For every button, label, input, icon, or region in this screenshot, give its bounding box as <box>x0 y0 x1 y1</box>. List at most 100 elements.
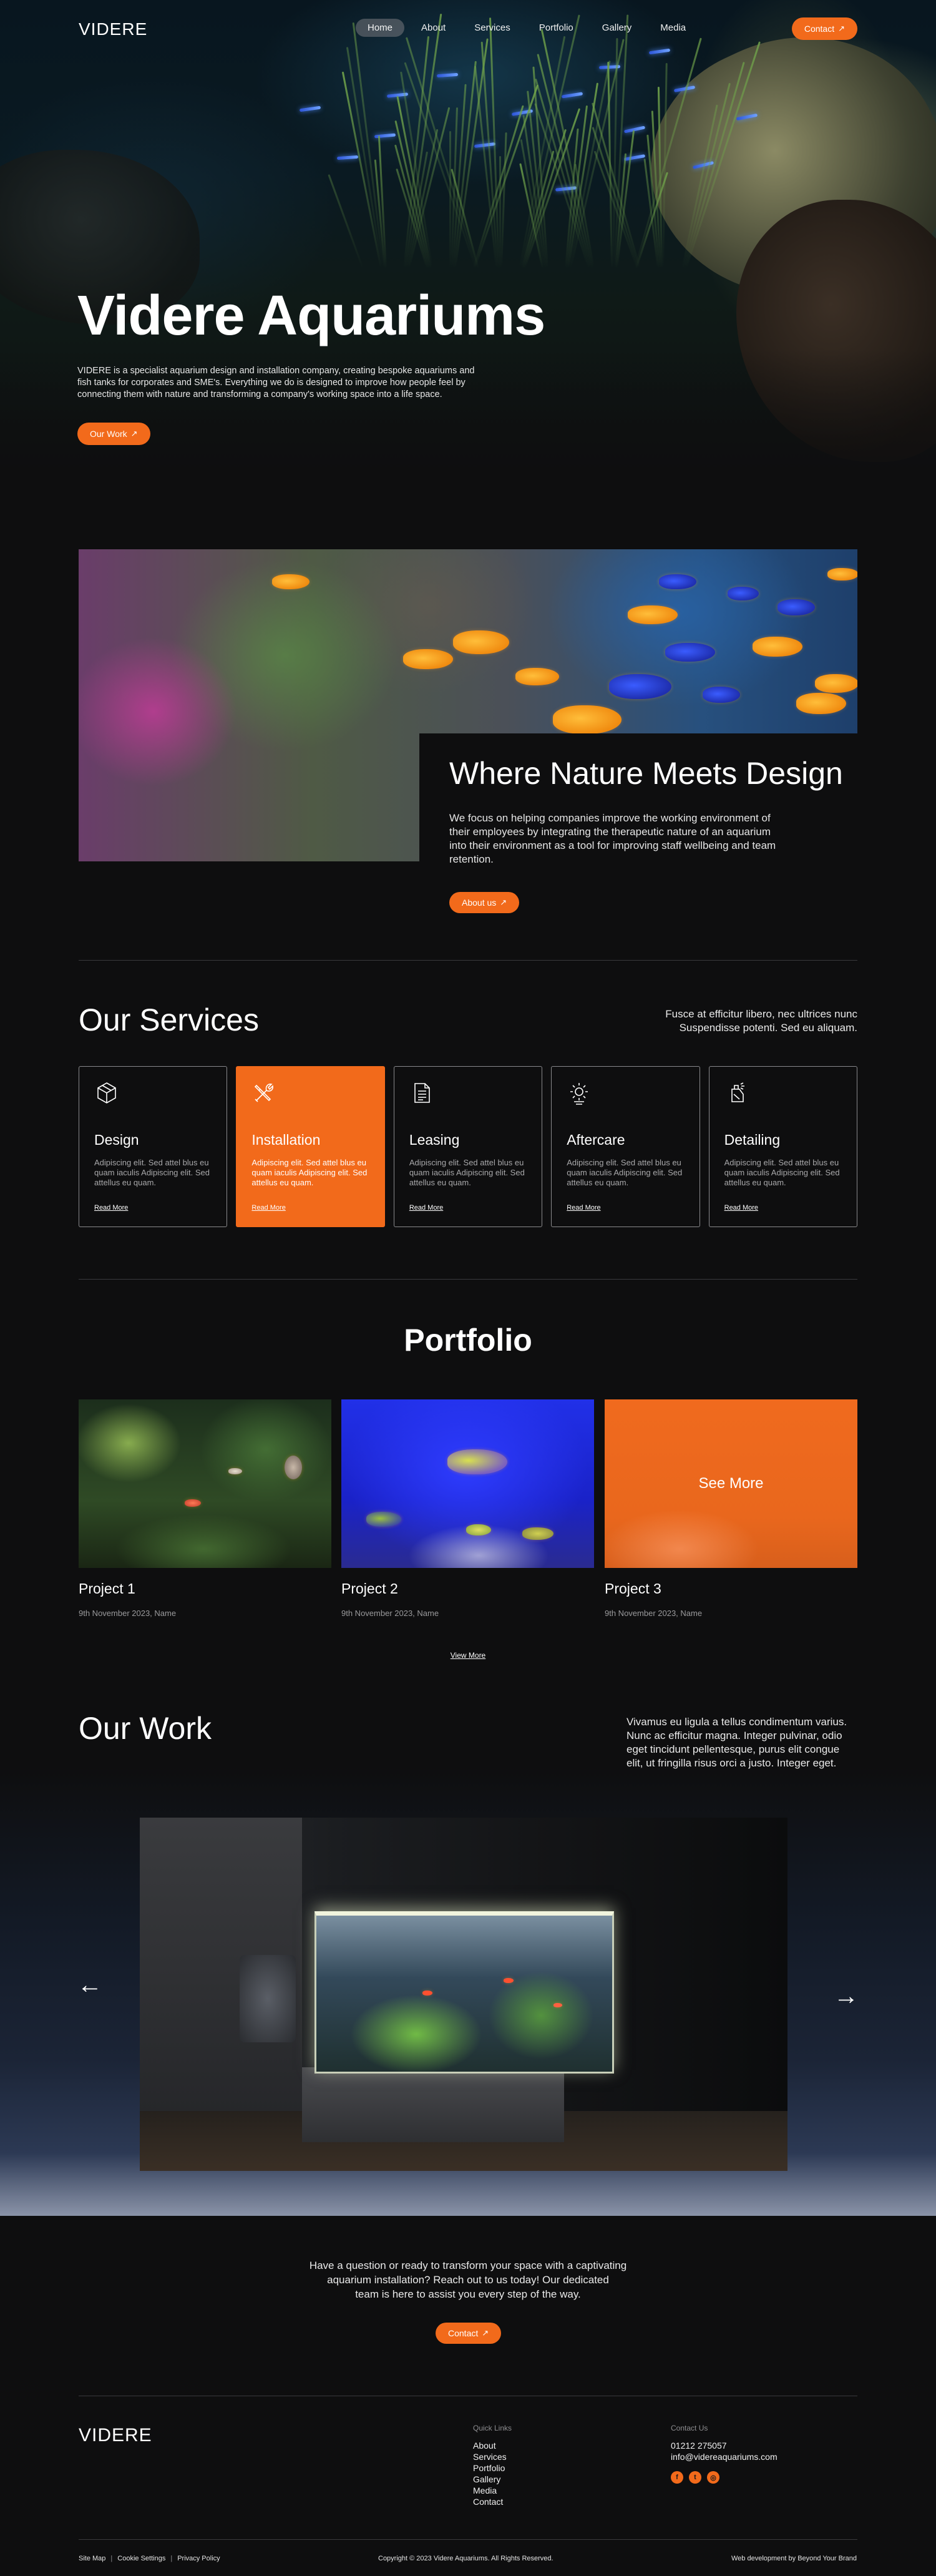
read-more-link[interactable]: Read More <box>251 1204 285 1212</box>
service-card-title: Leasing <box>409 1132 460 1148</box>
fish-shape <box>453 630 509 654</box>
footer-email[interactable]: info@videreaquariums.com <box>671 2451 778 2462</box>
nav-item-services[interactable]: Services <box>462 19 522 37</box>
fish-shape <box>366 1512 401 1527</box>
arrow-up-right-icon: ↗ <box>130 429 138 438</box>
room-painting <box>240 1955 296 2042</box>
view-more-link[interactable]: View More <box>0 1651 936 1660</box>
cta-contact-button[interactable]: Contact ↗ <box>436 2323 502 2344</box>
fish-shape <box>553 2003 562 2007</box>
nature-title: Where Nature Meets Design <box>449 756 843 791</box>
project-card-1[interactable]: Project 1 9th November 2023, Name <box>79 1399 331 1618</box>
project-2-image <box>341 1399 594 1568</box>
fish-shape <box>659 574 696 589</box>
project-name: Project 1 <box>79 1580 135 1597</box>
spray-icon <box>731 1082 744 1102</box>
footer-link-media[interactable]: Media <box>473 2485 512 2496</box>
cookie-settings-link[interactable]: Cookie Settings <box>117 2555 165 2562</box>
nav-item-home[interactable]: Home <box>356 19 405 37</box>
service-cards: Design Adipiscing elit. Sed attel blus e… <box>79 1066 858 1227</box>
instagram-icon[interactable]: ◎ <box>707 2471 719 2484</box>
project-3-image: See More <box>605 1399 857 1568</box>
separator: | <box>110 2555 113 2562</box>
service-card-leasing[interactable]: Leasing Adipiscing elit. Sed attel blus … <box>393 1066 543 1227</box>
fish-shape <box>228 1468 242 1474</box>
aquarium-cabinet <box>302 2067 564 2142</box>
project-name: Project 3 <box>605 1580 661 1597</box>
service-card-title: Aftercare <box>567 1132 625 1148</box>
site-logo[interactable]: VIDERE <box>79 19 147 39</box>
read-more-link[interactable]: Read More <box>94 1204 128 1212</box>
footer-credit[interactable]: Web development by Beyond Your Brand <box>731 2555 857 2562</box>
service-card-title: Installation <box>251 1132 321 1148</box>
service-card-aftercare[interactable]: Aftercare Adipiscing elit. Sed attel blu… <box>551 1066 700 1227</box>
page: VIDERE Home About Services Portfolio Gal… <box>0 0 936 2576</box>
footer-link-services[interactable]: Services <box>473 2451 512 2462</box>
hero-section: VIDERE Home About Services Portfolio Gal… <box>0 0 936 499</box>
nav-contact-label: Contact <box>804 24 835 34</box>
nav-item-portfolio[interactable]: Portfolio <box>527 19 585 37</box>
gear-icon <box>570 1083 588 1105</box>
project-card-2[interactable]: Project 2 9th November 2023, Name <box>341 1399 594 1618</box>
nav-item-media[interactable]: Media <box>648 19 698 37</box>
service-card-text: Adipiscing elit. Sed attel blus eu quam … <box>251 1158 368 1187</box>
read-more-link[interactable]: Read More <box>409 1204 443 1212</box>
nature-text-box: Where Nature Meets Design We focus on he… <box>419 733 857 913</box>
service-card-title: Design <box>94 1132 139 1148</box>
twitter-icon[interactable]: t <box>689 2471 701 2484</box>
about-us-button[interactable]: About us ↗ <box>449 892 520 913</box>
cta-line: aquarium installation? Reach out to us t… <box>327 2274 609 2286</box>
our-work-title: Our Work <box>79 1711 212 1746</box>
hero-title: Videre Aquariums <box>77 285 545 347</box>
footer-logo[interactable]: VIDERE <box>79 2425 152 2446</box>
service-card-detailing[interactable]: Detailing Adipiscing elit. Sed attel blu… <box>708 1066 858 1227</box>
read-more-link[interactable]: Read More <box>567 1204 600 1212</box>
footer-link-portfolio[interactable]: Portfolio <box>473 2462 512 2474</box>
fish-shape <box>403 649 453 669</box>
footer-link-gallery[interactable]: Gallery <box>473 2474 512 2485</box>
social-links: f t ◎ <box>671 2471 778 2484</box>
arrow-left-icon[interactable]: ← <box>77 1972 102 1997</box>
nav-contact-button[interactable]: Contact ↗ <box>791 17 857 40</box>
footer-link-about[interactable]: About <box>473 2440 512 2451</box>
service-card-text: Adipiscing elit. Sed attel blus eu quam … <box>724 1158 840 1187</box>
project-name: Project 2 <box>341 1580 398 1597</box>
fish-shape <box>422 1991 432 1996</box>
arrow-up-right-icon: ↗ <box>838 24 845 33</box>
project-date: 9th November 2023, Name <box>605 1609 703 1618</box>
read-more-link[interactable]: Read More <box>724 1204 758 1212</box>
about-us-label: About us <box>462 898 497 908</box>
project-card-3[interactable]: See More Project 3 9th November 2023, Na… <box>605 1399 857 1618</box>
grass-blade <box>449 131 451 268</box>
project-1-image <box>79 1399 331 1568</box>
arrow-right-icon[interactable]: → <box>834 1984 859 2009</box>
fish-shape <box>728 587 759 600</box>
service-card-installation[interactable]: Installation Adipiscing elit. Sed attel … <box>236 1066 385 1227</box>
document-icon <box>414 1083 430 1103</box>
footer-phone[interactable]: 01212 275057 <box>671 2440 778 2451</box>
cta-text: Have a question or ready to transform yo… <box>0 2258 936 2301</box>
fish-shape <box>447 1449 507 1474</box>
nav-item-about[interactable]: About <box>409 19 457 37</box>
service-card-text: Adipiscing elit. Sed attel blus eu quam … <box>409 1158 525 1187</box>
fish-shape <box>185 1499 201 1507</box>
see-more-overlay[interactable]: See More <box>605 1399 857 1568</box>
grass-blade <box>328 174 364 269</box>
nav-item-gallery[interactable]: Gallery <box>590 19 644 37</box>
section-divider <box>79 960 857 961</box>
footer-link-contact[interactable]: Contact <box>473 2496 512 2507</box>
fish-shape <box>522 1527 553 1540</box>
privacy-policy-link[interactable]: Privacy Policy <box>177 2555 220 2562</box>
grass-blade <box>500 132 507 269</box>
fish-shape <box>665 643 715 662</box>
our-work-description: Vivamus eu ligula a tellus condimentum v… <box>626 1716 847 1769</box>
service-card-text: Adipiscing elit. Sed attel blus eu quam … <box>94 1158 210 1187</box>
site-map-link[interactable]: Site Map <box>79 2555 105 2562</box>
service-card-design[interactable]: Design Adipiscing elit. Sed attel blus e… <box>79 1066 228 1227</box>
cube-icon <box>97 1082 116 1104</box>
neon-fish-shape <box>299 105 321 112</box>
portfolio-title: Portfolio <box>404 1323 532 1358</box>
service-card-title: Detailing <box>724 1132 781 1148</box>
facebook-icon[interactable]: f <box>671 2471 683 2484</box>
our-work-button[interactable]: Our Work ↗ <box>77 423 150 445</box>
